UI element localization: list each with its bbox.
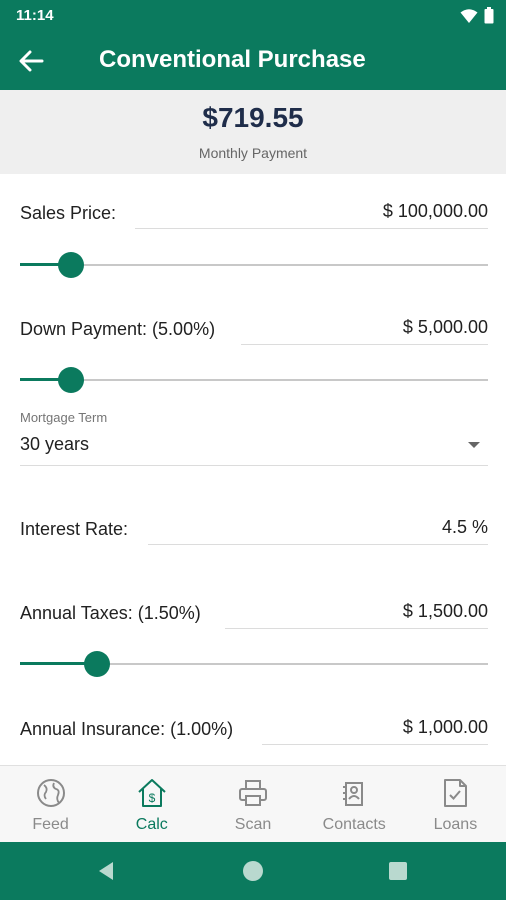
nav-item-loans[interactable]: Loans [405,766,506,842]
status-time: 11:14 [16,7,54,24]
back-button[interactable] [14,45,48,77]
caret-down-icon [468,442,480,448]
status-bar: 11:14 [0,0,506,32]
system-nav-bar [0,842,506,900]
annual-taxes-input[interactable]: $ 1,500.00 [225,601,488,629]
system-home-button[interactable] [241,859,265,883]
wifi-icon [460,8,478,23]
mortgage-term-select[interactable]: 30 years [20,428,488,466]
down-payment-slider[interactable] [20,365,488,395]
monthly-payment-amount: $719.55 [202,102,304,133]
triangle-back-icon [99,862,113,880]
svg-text:$: $ [148,791,155,805]
nav-label: Scan [234,816,272,833]
page-title: Conventional Purchase [99,46,366,73]
arrow-left-icon [19,50,44,72]
contacts-icon [343,782,364,806]
sales-price-slider[interactable] [20,250,488,280]
monthly-payment-label: Monthly Payment [198,145,308,161]
nav-label: Contacts [322,816,386,833]
battery-icon [484,7,494,24]
slider-thumb[interactable] [84,651,111,677]
interest-rate-input[interactable]: 4.5 % [148,517,488,545]
slider-track [20,264,488,266]
payment-summary: $719.55 Monthly Payment [0,90,506,174]
system-recents-button[interactable] [386,859,410,883]
system-back-button[interactable] [94,859,118,883]
nav-item-contacts[interactable]: Contacts [304,766,405,842]
app-bar: Conventional Purchase [0,32,506,90]
nav-item-calc[interactable]: $ Calc [101,766,202,842]
status-icons [460,7,494,24]
nav-item-scan[interactable]: Scan [202,766,303,842]
globe-icon [36,779,65,807]
calc-home-icon: $ [138,779,166,807]
document-icon [444,779,468,807]
printer-icon [239,780,267,806]
nav-label: Calc [135,816,168,833]
down-payment-label: Down Payment: (5.00%) [20,319,216,339]
square-recents-icon [389,862,407,880]
sales-price-input[interactable]: $ 100,000.00 [135,201,488,229]
slider-thumb[interactable] [58,367,85,393]
slider-thumb[interactable] [58,252,85,278]
circle-home-icon [243,861,263,881]
nav-label: Feed [32,816,69,833]
annual-insurance-label: Annual Insurance: (1.00%) [20,719,234,739]
down-payment-input[interactable]: $ 5,000.00 [241,317,488,345]
bottom-nav: Feed $ Calc Scan Contacts Loans [0,765,506,842]
mortgage-term-caption: Mortgage Term [20,410,108,425]
nav-label: Loans [433,816,478,833]
nav-item-feed[interactable]: Feed [0,766,101,842]
annual-taxes-slider[interactable] [20,649,488,679]
sales-price-label: Sales Price: [20,203,117,223]
annual-insurance-input[interactable]: $ 1,000.00 [262,717,488,745]
slider-track [20,379,488,381]
interest-rate-label: Interest Rate: [20,519,129,539]
mortgage-term-value: 30 years [20,434,90,454]
annual-taxes-label: Annual Taxes: (1.50%) [20,603,201,623]
